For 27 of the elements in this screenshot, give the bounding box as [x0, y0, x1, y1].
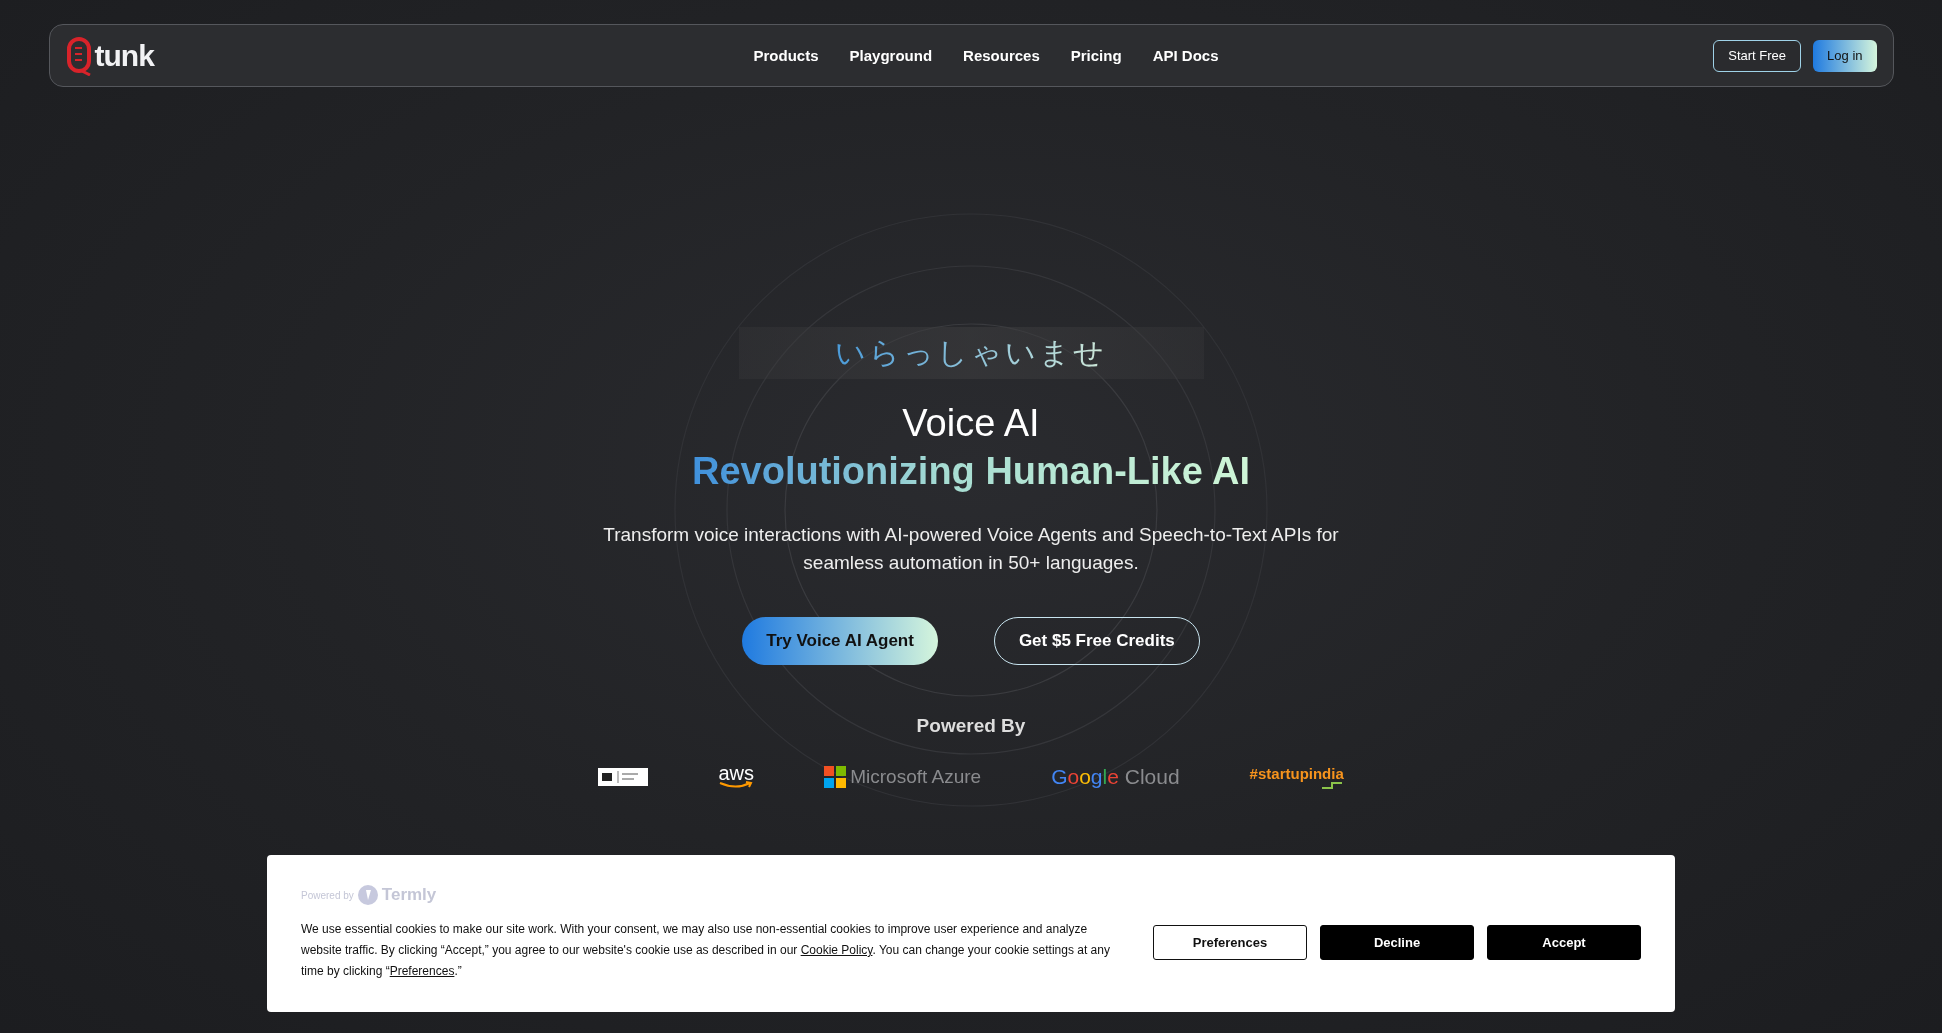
logo-icon: [65, 35, 94, 76]
logo-text[interactable]: tunk: [94, 38, 154, 73]
partner-logo: #startupindia: [1249, 765, 1344, 789]
nav-link[interactable]: API Docs: [1152, 47, 1219, 64]
hero-title: Voice AI: [902, 401, 1040, 445]
login-button[interactable]: Log in: [1813, 39, 1877, 72]
termly-logo-icon: [357, 885, 378, 905]
preferences-link[interactable]: Preferences: [389, 964, 455, 978]
partner-badge-icon: [598, 768, 649, 786]
partner-logo: Microsoft Azure: [850, 766, 982, 788]
partner-logo: aws: [718, 765, 755, 789]
powered-by-heading: Powered By: [916, 715, 1026, 737]
nav-link[interactable]: Pricing: [1070, 47, 1122, 64]
hero-description: Transform voice interactions with AI-powered Voice Agents and Speech-to-Text APIs for seamless automation in 50+ languages.: [602, 523, 1340, 575]
partner-logo: Google Cloud: [1051, 765, 1180, 789]
nav-link[interactable]: Products: [753, 47, 819, 64]
cookie-notice-text: We use essential cookies to make our site work. With your consent, we may also use non-essential cookies to improve user experience and analyze website traffic. By clicking “Accept,” you agree to our website's cookie use as described in our Cookie Policy. You can change your cookie settings at any time by clicking “Preferences.”: [301, 921, 1111, 980]
cookie-button[interactable]: Preferences: [1153, 925, 1307, 960]
start-free-button[interactable]: Start Free: [1713, 39, 1802, 72]
cookie-button[interactable]: Decline: [1320, 925, 1474, 960]
nav-link[interactable]: Resources: [963, 47, 1040, 64]
powered-by-label: Powered by: [301, 889, 354, 901]
windows-icon: [824, 766, 847, 788]
try-agent-button[interactable]: Try Voice AI Agent: [742, 617, 938, 665]
cookie-button[interactable]: Accept: [1487, 925, 1641, 960]
termly-logo-text: Termly: [381, 885, 437, 905]
nav-link[interactable]: Playground: [849, 47, 933, 64]
